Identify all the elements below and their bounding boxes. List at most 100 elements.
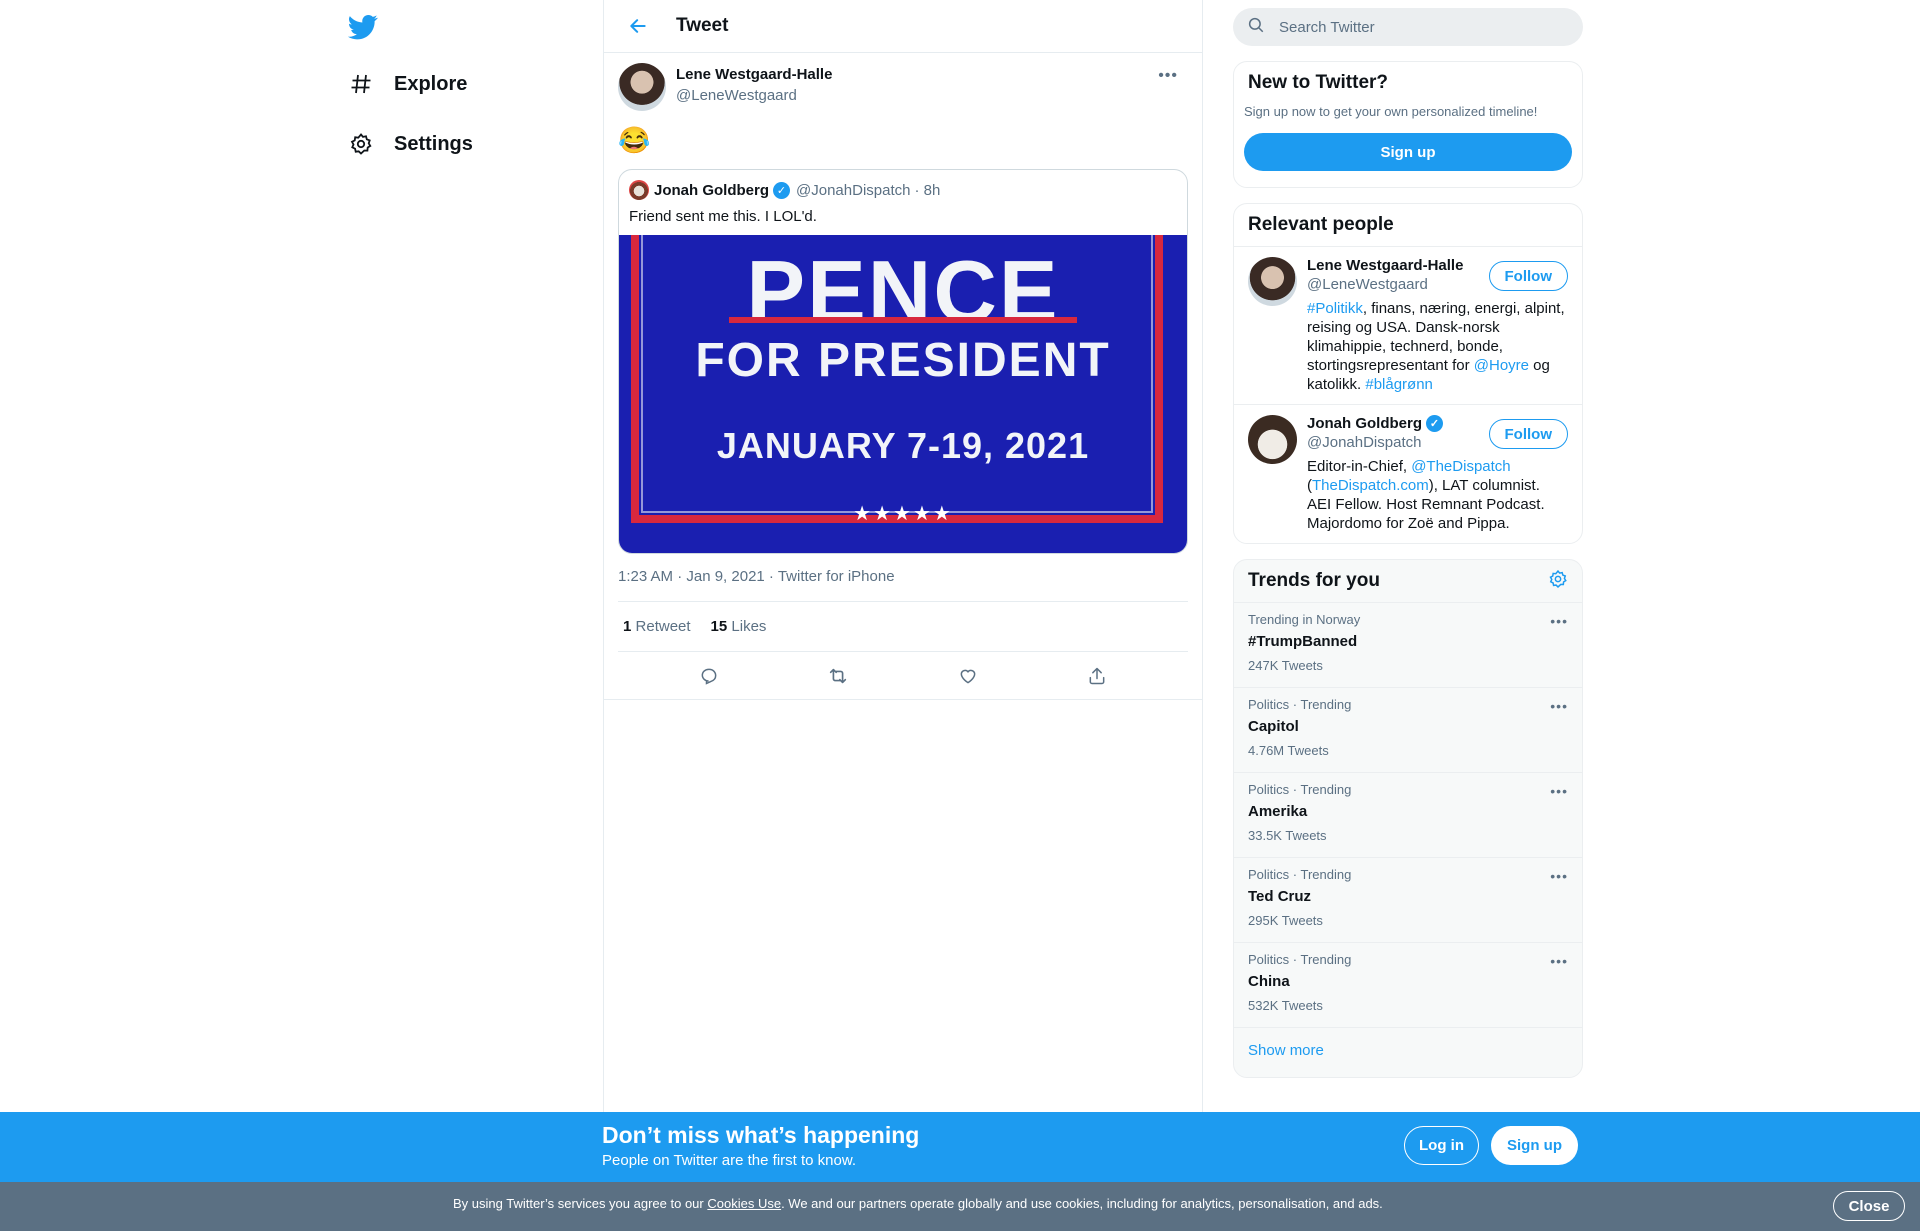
trend-item[interactable]: Politics · Trending Capitol 4.76M Tweets ••… — [1234, 687, 1582, 772]
avatar[interactable] — [618, 63, 666, 111]
likes-label: Likes — [731, 618, 767, 635]
banner-subtitle: People on Twitter are the first to know. — [602, 1152, 857, 1169]
search-input[interactable] — [1279, 18, 1539, 36]
back-arrow-icon[interactable] — [610, 16, 666, 36]
bio-link[interactable]: #blågrønn — [1365, 376, 1433, 393]
bio-link[interactable]: @Hoyre — [1474, 357, 1529, 374]
trend-name: China — [1248, 973, 1290, 990]
trends-title: Trends for you — [1248, 570, 1380, 591]
more-options-icon[interactable]: ••• — [1550, 783, 1568, 799]
relevant-people-title: Relevant people — [1248, 214, 1394, 235]
person-lene[interactable]: Lene Westgaard-Halle @LeneWestgaard #Pol… — [1234, 246, 1582, 404]
close-button[interactable]: Close — [1833, 1191, 1905, 1221]
page-title: Tweet — [676, 15, 729, 36]
quoted-time: · 8h — [914, 181, 941, 199]
show-more-link[interactable]: Show more — [1234, 1027, 1582, 1077]
retweet-icon[interactable] — [821, 659, 855, 693]
trend-context: Politics · Trending — [1248, 697, 1352, 712]
nav-settings[interactable]: Settings — [348, 122, 473, 166]
trend-item[interactable]: Politics · Trending Ted Cruz 295K Tweets ••… — [1234, 857, 1582, 942]
trend-context: Politics · Trending — [1248, 952, 1352, 967]
person-name: Jonah Goldberg — [1307, 415, 1423, 432]
share-icon[interactable] — [1080, 659, 1114, 693]
retweet-stat[interactable]: 1 Retweet — [623, 618, 691, 635]
retweet-count: 1 — [623, 618, 632, 635]
quoted-tweet-image[interactable]: PENCE FOR PRESIDENT JANUARY 7-19, 2021 ★… — [619, 235, 1187, 553]
likes-stat[interactable]: 15 Likes — [711, 618, 767, 635]
sign-line-2: FOR PRESIDENT — [695, 334, 1111, 387]
quoted-author-name: Jonah Goldberg — [654, 181, 770, 199]
twitter-bird-icon[interactable] — [347, 12, 378, 42]
banner-sign-up-button[interactable]: Sign up — [1491, 1126, 1578, 1165]
more-options-icon[interactable]: ••• — [1550, 613, 1568, 629]
trend-count: 4.76M Tweets — [1248, 743, 1329, 758]
more-options-icon[interactable]: ••• — [1550, 868, 1568, 884]
retweet-label: Retweet — [635, 618, 691, 635]
bio-link[interactable]: #Politikk — [1307, 300, 1363, 317]
tweet-meta: 1:23 AM · Jan 9, 2021 · Twitter for iPho… — [618, 568, 1188, 602]
person-jonah[interactable]: Jonah Goldberg ✓ @JonahDispatch Editor-in… — [1234, 404, 1582, 543]
nav-settings-label: Settings — [394, 132, 473, 155]
trend-item[interactable]: Politics · Trending China 532K Tweets ••• — [1234, 942, 1582, 1027]
trends-card: Trends for you Trending in Norway #TrumpB… — [1233, 559, 1583, 1078]
quoted-tweet[interactable]: Jonah Goldberg ✓ @JonahDispatch · 8h Fri… — [618, 169, 1188, 554]
trend-item[interactable]: Trending in Norway #TrumpBanned 247K Tweet… — [1234, 602, 1582, 687]
main-column: Tweet Lene Westgaard-Halle @LeneWestgaar… — [603, 0, 1203, 1112]
verified-badge-icon: ✓ — [773, 181, 791, 199]
like-heart-icon[interactable] — [951, 659, 985, 693]
avatar[interactable] — [1248, 257, 1297, 306]
quoted-tweet-text: Friend sent me this. I LOL'd. — [629, 208, 817, 225]
cookie-bar: By using Twitter’s services you agree to… — [0, 1182, 1920, 1231]
quoted-author-handle: @JonahDispatch — [796, 181, 911, 199]
trend-context: Politics · Trending — [1248, 867, 1352, 882]
author-handle[interactable]: @LeneWestgaard — [676, 87, 832, 104]
trend-count: 532K Tweets — [1248, 998, 1323, 1013]
author-name[interactable]: Lene Westgaard-Halle — [676, 66, 832, 83]
tweet-actions — [604, 652, 1202, 700]
trend-name: Amerika — [1248, 803, 1308, 820]
trend-count: 33.5K Tweets — [1248, 828, 1327, 843]
cookie-text: By using Twitter’s services you agree to… — [453, 1196, 1383, 1211]
gear-icon[interactable] — [1548, 569, 1568, 594]
banner-title: Don’t miss what’s happening — [602, 1122, 920, 1148]
tweet-text: 😂 — [618, 125, 651, 155]
new-to-twitter-subtitle: Sign up now to get your own personalized… — [1244, 104, 1538, 119]
bio-link[interactable]: @TheDispatch — [1411, 458, 1510, 475]
more-options-icon[interactable]: ••• — [1158, 67, 1178, 85]
tweet: Lene Westgaard-Halle @LeneWestgaard ••• … — [604, 53, 1202, 700]
person-bio: #Politikk, finans, næring, energi, alpin… — [1307, 299, 1567, 394]
nav-explore[interactable]: Explore — [348, 62, 467, 106]
quoted-avatar — [629, 180, 649, 200]
verified-badge-icon: ✓ — [1426, 415, 1444, 432]
trend-context: Trending in Norway — [1248, 612, 1361, 627]
trend-count: 247K Tweets — [1248, 658, 1323, 673]
cookie-suffix: . We and our partners operate globally a… — [781, 1196, 1383, 1211]
trend-name: Capitol — [1248, 718, 1299, 735]
quoted-tweet-header: Jonah Goldberg ✓ @JonahDispatch · 8h — [619, 170, 1187, 200]
trend-count: 295K Tweets — [1248, 913, 1323, 928]
signup-banner: Don’t miss what’s happening People on Tw… — [0, 1112, 1920, 1182]
search-icon — [1247, 16, 1265, 39]
sign-up-button[interactable]: Sign up — [1244, 133, 1572, 171]
trend-context: Politics · Trending — [1248, 782, 1352, 797]
cookies-use-link[interactable]: Cookies Use — [707, 1196, 781, 1211]
more-options-icon[interactable]: ••• — [1550, 698, 1568, 714]
person-bio: Editor-in-Chief, @TheDispatch (TheDispat… — [1307, 457, 1567, 533]
bio-link[interactable]: TheDispatch.com — [1312, 477, 1429, 494]
new-to-twitter-title: New to Twitter? — [1248, 72, 1389, 93]
avatar[interactable] — [1248, 415, 1297, 464]
follow-button[interactable]: Follow — [1488, 419, 1568, 449]
log-in-button[interactable]: Log in — [1404, 1126, 1479, 1165]
trend-name: Ted Cruz — [1248, 888, 1312, 905]
cookie-prefix: By using Twitter’s services you agree to… — [453, 1196, 708, 1211]
sign-divider — [729, 317, 1077, 323]
more-options-icon[interactable]: ••• — [1550, 953, 1568, 969]
search-bar[interactable] — [1233, 8, 1583, 46]
tweet-stats: 1 Retweet 15 Likes — [618, 602, 1188, 652]
likes-count: 15 — [710, 618, 728, 635]
reply-icon[interactable] — [692, 659, 726, 693]
trend-item[interactable]: Politics · Trending Amerika 33.5K Tweets ••… — [1234, 772, 1582, 857]
right-sidebar: New to Twitter? Sign up now to get your … — [1233, 0, 1583, 1078]
trend-name: #TrumpBanned — [1248, 633, 1358, 650]
follow-button[interactable]: Follow — [1488, 261, 1568, 291]
